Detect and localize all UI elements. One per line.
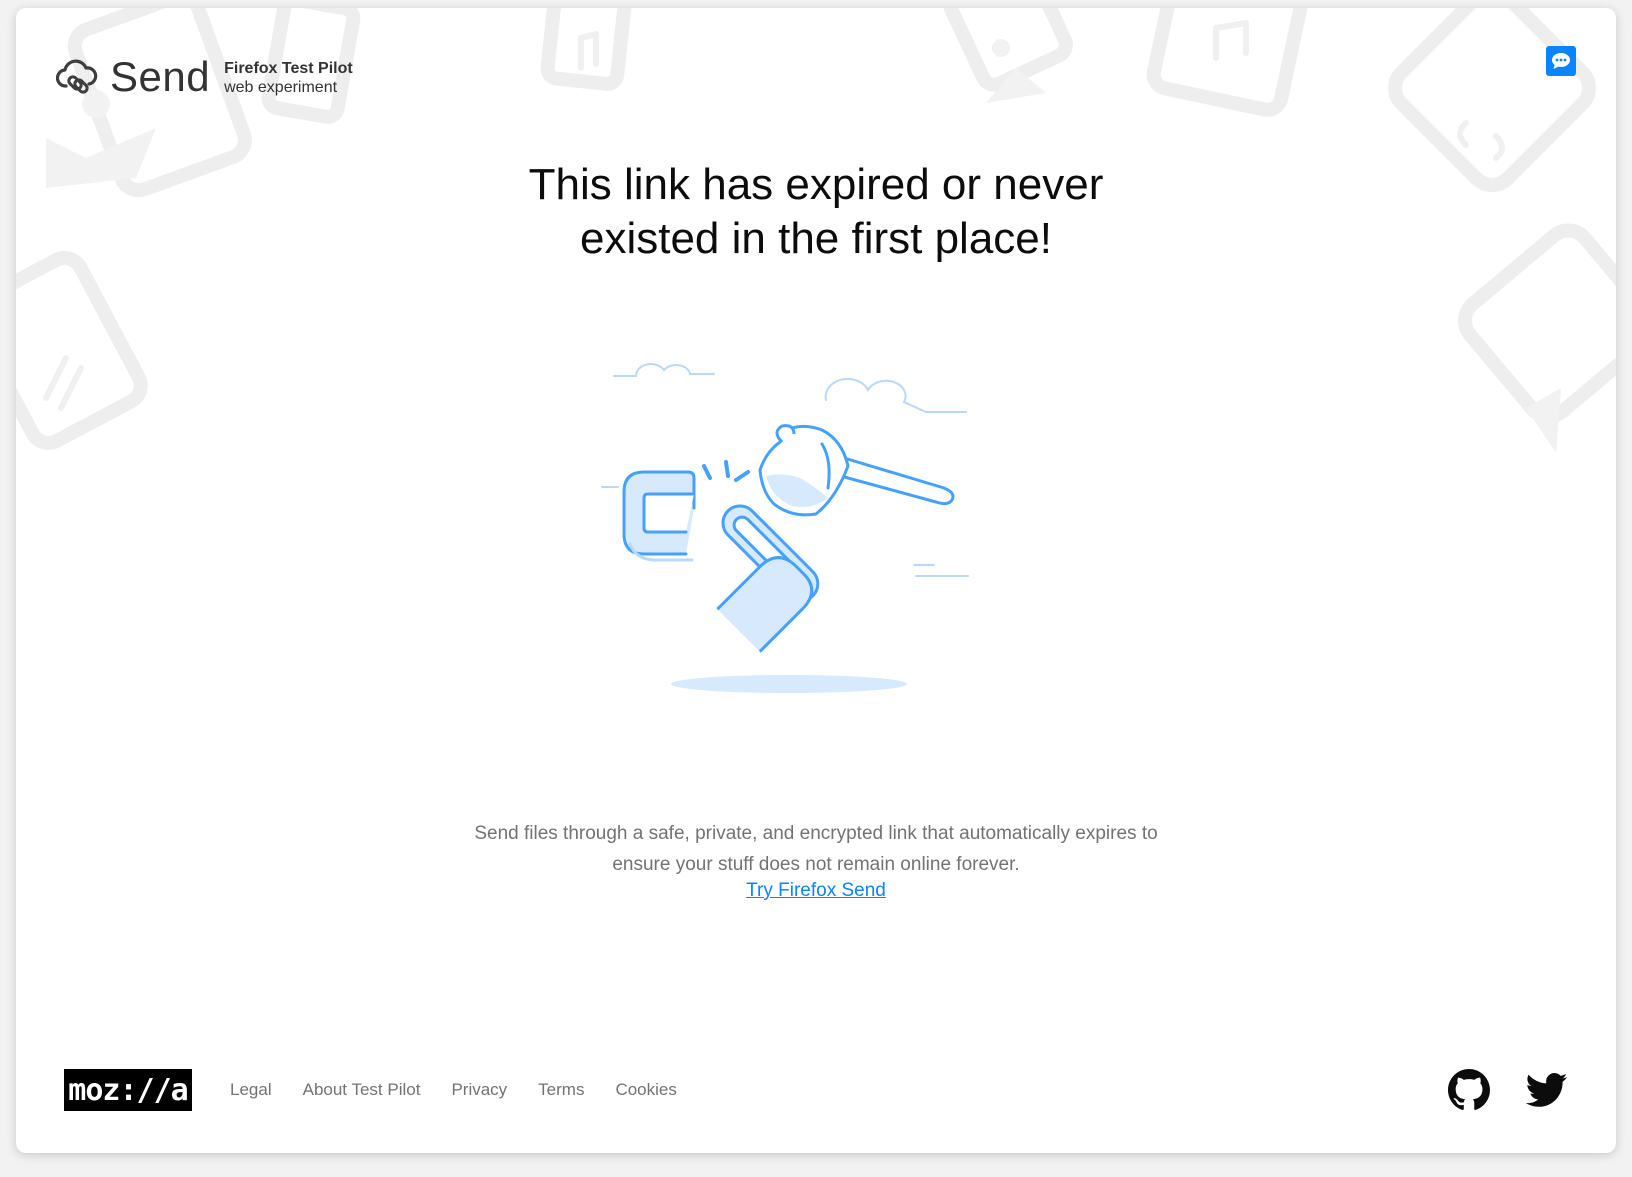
bg-image-file-icon-right xyxy=(1457,223,1616,424)
footer-link-terms[interactable]: Terms xyxy=(538,1080,584,1100)
cloud-left xyxy=(613,362,715,377)
chat-bubble-icon xyxy=(1552,53,1570,69)
ground-shadow xyxy=(671,675,907,693)
mozilla-logo[interactable]: moz://a xyxy=(64,1069,192,1111)
page-description-line-2: ensure your stuff does not remain online… xyxy=(612,854,1020,875)
send-logo[interactable]: Send Firefox Test Pilot web experiment xyxy=(56,46,353,108)
chain-link-left xyxy=(622,470,696,562)
feedback-button[interactable] xyxy=(1546,46,1576,76)
page-title-line-2: existed in the first place! xyxy=(579,214,1052,263)
cta-container: Try Firefox Send xyxy=(616,878,1016,904)
cloud-right xyxy=(824,377,967,413)
logo-subtitle-product: Firefox Test Pilot xyxy=(224,60,353,77)
footer-link-about-test-pilot[interactable]: About Test Pilot xyxy=(303,1080,421,1100)
page-description-line-1: Send files through a safe, private, and … xyxy=(474,823,1158,844)
logo-subtitle-tagline: web experiment xyxy=(224,79,338,96)
twitter-icon[interactable] xyxy=(1526,1069,1568,1111)
bg-picture-file-icon xyxy=(942,8,1073,92)
page-title-line-1: This link has expired or never xyxy=(528,160,1104,209)
logo-title: Send xyxy=(110,53,211,100)
broken-link-illustration xyxy=(601,362,969,693)
app-window: Send Firefox Test Pilot web experiment T… xyxy=(16,8,1616,1153)
send-cloud-icon xyxy=(56,59,98,94)
bg-code-file-icon xyxy=(1388,8,1597,192)
social-links xyxy=(1412,1068,1568,1112)
bg-music-file-icon xyxy=(540,8,632,91)
chain-link-right xyxy=(716,504,820,653)
footer-link-legal[interactable]: Legal xyxy=(230,1080,272,1100)
axe xyxy=(758,424,955,517)
bg-file-icon-left xyxy=(16,251,148,450)
github-icon[interactable] xyxy=(1448,1069,1490,1111)
footer-link-privacy[interactable]: Privacy xyxy=(451,1080,507,1100)
bg-music-file-icon-right xyxy=(1146,8,1308,117)
try-firefox-send-link[interactable]: Try Firefox Send xyxy=(746,880,886,901)
logo-subtitle: Firefox Test Pilot web experiment xyxy=(224,59,353,97)
footer-link-cookies[interactable]: Cookies xyxy=(615,1080,676,1100)
page-title: This link has expired or never existed i… xyxy=(316,158,1316,266)
page-description: Send files through a safe, private, and … xyxy=(416,818,1216,880)
footer: moz://a Legal About Test Pilot Privacy T… xyxy=(64,1068,1568,1112)
